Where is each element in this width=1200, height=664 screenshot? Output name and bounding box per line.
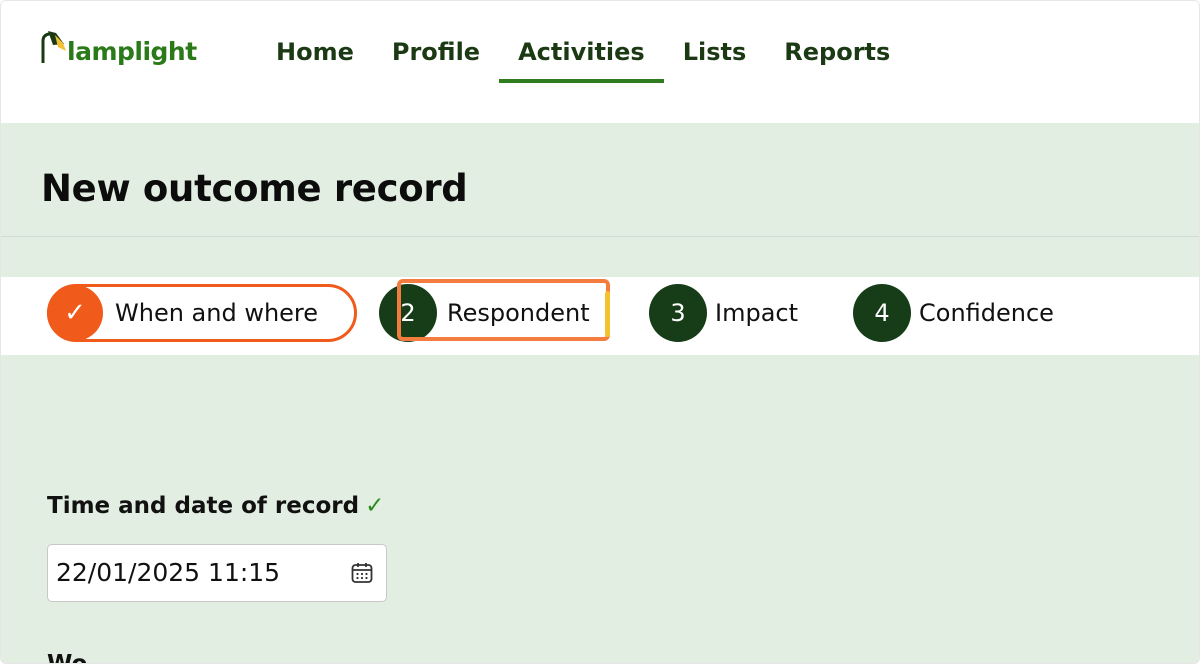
step-label: Impact xyxy=(715,299,799,327)
main-nav: Home Profile Activities Lists Reports xyxy=(257,1,909,123)
nav-home[interactable]: Home xyxy=(257,1,373,101)
spacer-band xyxy=(1,237,1199,277)
step-number: 3 xyxy=(649,284,707,342)
calendar-icon[interactable] xyxy=(350,561,374,585)
form-area: Time and date of record ✓ 22/01/2025 11:1… xyxy=(1,355,1199,664)
step-respondent[interactable]: 2 Respondent xyxy=(379,279,631,342)
focus-edge xyxy=(605,291,610,337)
checkmark-icon: ✓ xyxy=(47,285,103,341)
lamp-icon xyxy=(41,31,66,63)
step-when-and-where[interactable]: ✓ When and where xyxy=(47,284,357,342)
brand-name: lamplight xyxy=(67,37,197,66)
step-label: When and where xyxy=(115,299,319,327)
date-time-input[interactable]: 22/01/2025 11:15 xyxy=(47,544,387,602)
nav-reports[interactable]: Reports xyxy=(765,1,909,101)
step-number: 4 xyxy=(853,284,911,342)
focus-highlight xyxy=(397,279,610,341)
progress-stepper: ✓ When and where 2 Respondent 3 Impact 4… xyxy=(1,277,1199,355)
nav-profile[interactable]: Profile xyxy=(373,1,499,101)
top-header: lamplight Home Profile Activities Lists … xyxy=(1,1,1199,123)
next-field-label: Wo xyxy=(47,651,88,664)
title-band: New outcome record xyxy=(1,123,1199,237)
lamplight-logo[interactable]: lamplight xyxy=(39,29,197,73)
valid-check-icon: ✓ xyxy=(365,493,385,519)
date-time-value: 22/01/2025 11:15 xyxy=(56,558,281,587)
app-window: lamplight Home Profile Activities Lists … xyxy=(0,0,1200,664)
nav-lists[interactable]: Lists xyxy=(664,1,766,101)
time-date-label-text: Time and date of record xyxy=(47,493,360,519)
step-label: Confidence xyxy=(919,299,1054,327)
step-confidence[interactable]: 4 Confidence xyxy=(853,284,1054,342)
step-impact[interactable]: 3 Impact xyxy=(649,284,799,342)
page-title: New outcome record xyxy=(41,167,468,210)
nav-activities[interactable]: Activities xyxy=(499,1,664,101)
time-date-label: Time and date of record ✓ xyxy=(47,493,384,519)
